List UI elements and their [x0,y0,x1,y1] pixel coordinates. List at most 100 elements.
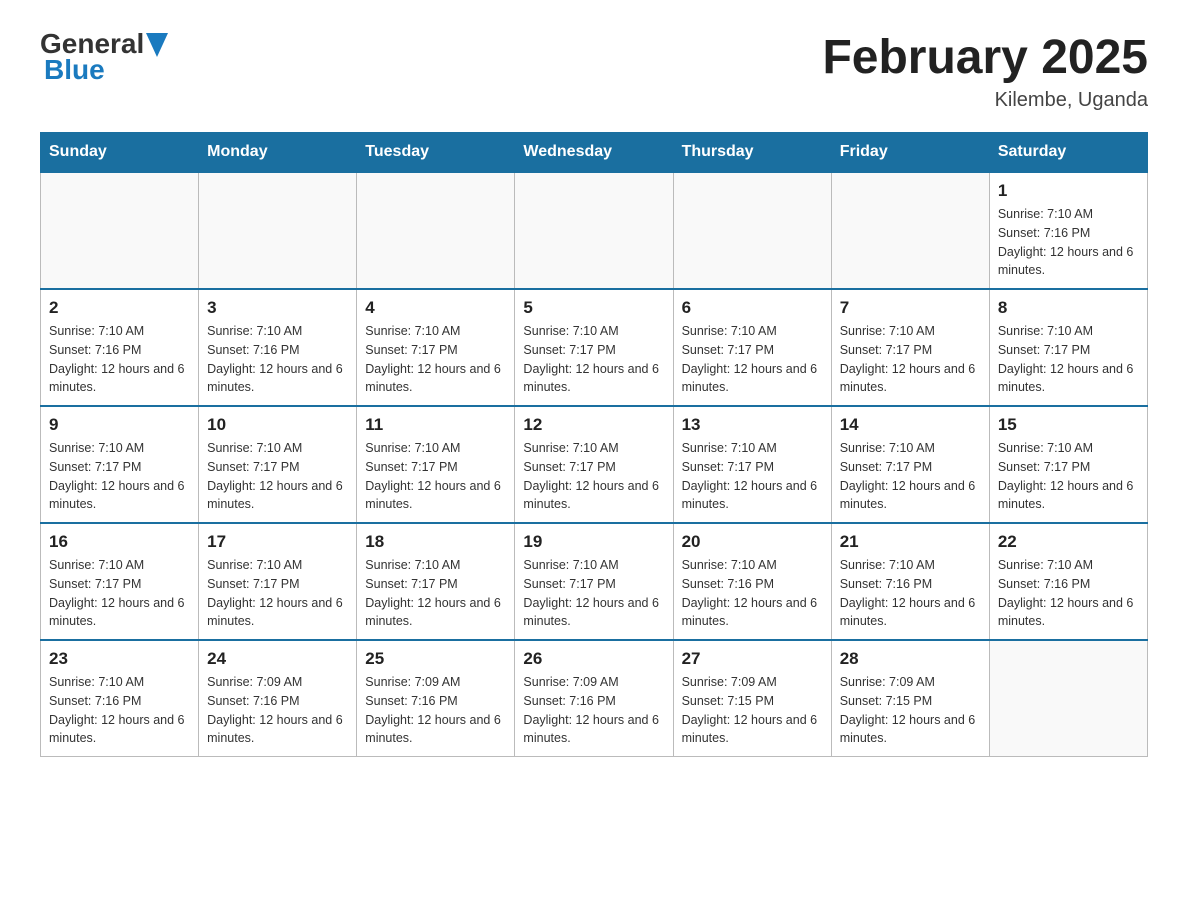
day-daylight: Daylight: 12 hours and 6 minutes. [840,713,976,746]
day-sunset: Sunset: 7:15 PM [840,694,932,708]
day-number: 8 [998,298,1139,318]
day-daylight: Daylight: 12 hours and 6 minutes. [840,596,976,629]
day-sunrise: Sunrise: 7:09 AM [523,675,618,689]
day-sunset: Sunset: 7:16 PM [207,343,299,357]
cell-week5-day1: 24 Sunrise: 7:09 AM Sunset: 7:16 PM Dayl… [199,640,357,757]
day-number: 18 [365,532,506,552]
day-sunset: Sunset: 7:16 PM [365,694,457,708]
cell-week1-day2 [357,172,515,289]
cell-week5-day3: 26 Sunrise: 7:09 AM Sunset: 7:16 PM Dayl… [515,640,673,757]
day-daylight: Daylight: 12 hours and 6 minutes. [840,479,976,512]
day-sunrise: Sunrise: 7:10 AM [998,207,1093,221]
logo-blue-text: Blue [44,54,105,85]
day-number: 15 [998,415,1139,435]
day-daylight: Daylight: 12 hours and 6 minutes. [207,596,343,629]
cell-week4-day4: 20 Sunrise: 7:10 AM Sunset: 7:16 PM Dayl… [673,523,831,640]
page-title: February 2025 [822,30,1148,85]
week-row-2: 2 Sunrise: 7:10 AM Sunset: 7:16 PM Dayli… [41,289,1148,406]
day-sunrise: Sunrise: 7:10 AM [523,558,618,572]
day-sunset: Sunset: 7:16 PM [523,694,615,708]
header-tuesday: Tuesday [357,133,515,173]
cell-week4-day6: 22 Sunrise: 7:10 AM Sunset: 7:16 PM Dayl… [989,523,1147,640]
day-sunrise: Sunrise: 7:09 AM [207,675,302,689]
cell-week1-day5 [831,172,989,289]
cell-week4-day2: 18 Sunrise: 7:10 AM Sunset: 7:17 PM Dayl… [357,523,515,640]
day-sunrise: Sunrise: 7:10 AM [365,324,460,338]
week-row-1: 1 Sunrise: 7:10 AM Sunset: 7:16 PM Dayli… [41,172,1148,289]
day-daylight: Daylight: 12 hours and 6 minutes. [682,713,818,746]
day-number: 2 [49,298,190,318]
day-number: 26 [523,649,664,669]
day-sunset: Sunset: 7:17 PM [682,460,774,474]
day-sunrise: Sunrise: 7:09 AM [682,675,777,689]
day-daylight: Daylight: 12 hours and 6 minutes. [998,245,1134,278]
day-daylight: Daylight: 12 hours and 6 minutes. [207,479,343,512]
day-number: 20 [682,532,823,552]
day-sunrise: Sunrise: 7:10 AM [365,441,460,455]
day-number: 9 [49,415,190,435]
cell-week4-day5: 21 Sunrise: 7:10 AM Sunset: 7:16 PM Dayl… [831,523,989,640]
day-number: 11 [365,415,506,435]
calendar-header-row: Sunday Monday Tuesday Wednesday Thursday… [41,133,1148,173]
day-sunset: Sunset: 7:17 PM [365,343,457,357]
day-daylight: Daylight: 12 hours and 6 minutes. [365,479,501,512]
day-number: 27 [682,649,823,669]
day-daylight: Daylight: 12 hours and 6 minutes. [998,596,1134,629]
cell-week1-day4 [673,172,831,289]
day-sunrise: Sunrise: 7:10 AM [207,558,302,572]
day-sunset: Sunset: 7:16 PM [840,577,932,591]
day-sunrise: Sunrise: 7:10 AM [523,324,618,338]
title-section: February 2025 Kilembe, Uganda [822,30,1148,112]
logo: General Blue [40,30,168,84]
day-sunrise: Sunrise: 7:09 AM [840,675,935,689]
cell-week5-day2: 25 Sunrise: 7:09 AM Sunset: 7:16 PM Dayl… [357,640,515,757]
day-sunset: Sunset: 7:17 PM [840,460,932,474]
day-daylight: Daylight: 12 hours and 6 minutes. [682,596,818,629]
day-number: 10 [207,415,348,435]
day-daylight: Daylight: 12 hours and 6 minutes. [682,362,818,395]
cell-week2-day4: 6 Sunrise: 7:10 AM Sunset: 7:17 PM Dayli… [673,289,831,406]
day-daylight: Daylight: 12 hours and 6 minutes. [49,713,185,746]
cell-week1-day1 [199,172,357,289]
day-number: 4 [365,298,506,318]
cell-week3-day2: 11 Sunrise: 7:10 AM Sunset: 7:17 PM Dayl… [357,406,515,523]
day-sunset: Sunset: 7:17 PM [523,577,615,591]
day-sunrise: Sunrise: 7:10 AM [207,441,302,455]
day-number: 3 [207,298,348,318]
day-sunset: Sunset: 7:16 PM [998,577,1090,591]
day-number: 22 [998,532,1139,552]
cell-week5-day5: 28 Sunrise: 7:09 AM Sunset: 7:15 PM Dayl… [831,640,989,757]
header-saturday: Saturday [989,133,1147,173]
location-subtitle: Kilembe, Uganda [822,89,1148,112]
day-number: 7 [840,298,981,318]
cell-week3-day5: 14 Sunrise: 7:10 AM Sunset: 7:17 PM Dayl… [831,406,989,523]
day-daylight: Daylight: 12 hours and 6 minutes. [523,596,659,629]
day-daylight: Daylight: 12 hours and 6 minutes. [682,479,818,512]
day-daylight: Daylight: 12 hours and 6 minutes. [365,713,501,746]
day-sunset: Sunset: 7:17 PM [207,460,299,474]
day-daylight: Daylight: 12 hours and 6 minutes. [207,362,343,395]
day-number: 21 [840,532,981,552]
day-daylight: Daylight: 12 hours and 6 minutes. [523,362,659,395]
week-row-3: 9 Sunrise: 7:10 AM Sunset: 7:17 PM Dayli… [41,406,1148,523]
day-number: 24 [207,649,348,669]
week-row-4: 16 Sunrise: 7:10 AM Sunset: 7:17 PM Dayl… [41,523,1148,640]
day-daylight: Daylight: 12 hours and 6 minutes. [49,362,185,395]
day-sunset: Sunset: 7:17 PM [682,343,774,357]
cell-week2-day5: 7 Sunrise: 7:10 AM Sunset: 7:17 PM Dayli… [831,289,989,406]
day-sunset: Sunset: 7:17 PM [365,577,457,591]
week-row-5: 23 Sunrise: 7:10 AM Sunset: 7:16 PM Dayl… [41,640,1148,757]
cell-week5-day6 [989,640,1147,757]
day-sunrise: Sunrise: 7:10 AM [49,675,144,689]
day-sunset: Sunset: 7:16 PM [207,694,299,708]
cell-week1-day6: 1 Sunrise: 7:10 AM Sunset: 7:16 PM Dayli… [989,172,1147,289]
day-sunset: Sunset: 7:17 PM [523,460,615,474]
day-sunrise: Sunrise: 7:10 AM [207,324,302,338]
day-sunrise: Sunrise: 7:10 AM [840,324,935,338]
day-daylight: Daylight: 12 hours and 6 minutes. [840,362,976,395]
day-sunrise: Sunrise: 7:10 AM [365,558,460,572]
day-sunrise: Sunrise: 7:10 AM [682,558,777,572]
day-number: 14 [840,415,981,435]
day-sunset: Sunset: 7:17 PM [840,343,932,357]
cell-week2-day1: 3 Sunrise: 7:10 AM Sunset: 7:16 PM Dayli… [199,289,357,406]
